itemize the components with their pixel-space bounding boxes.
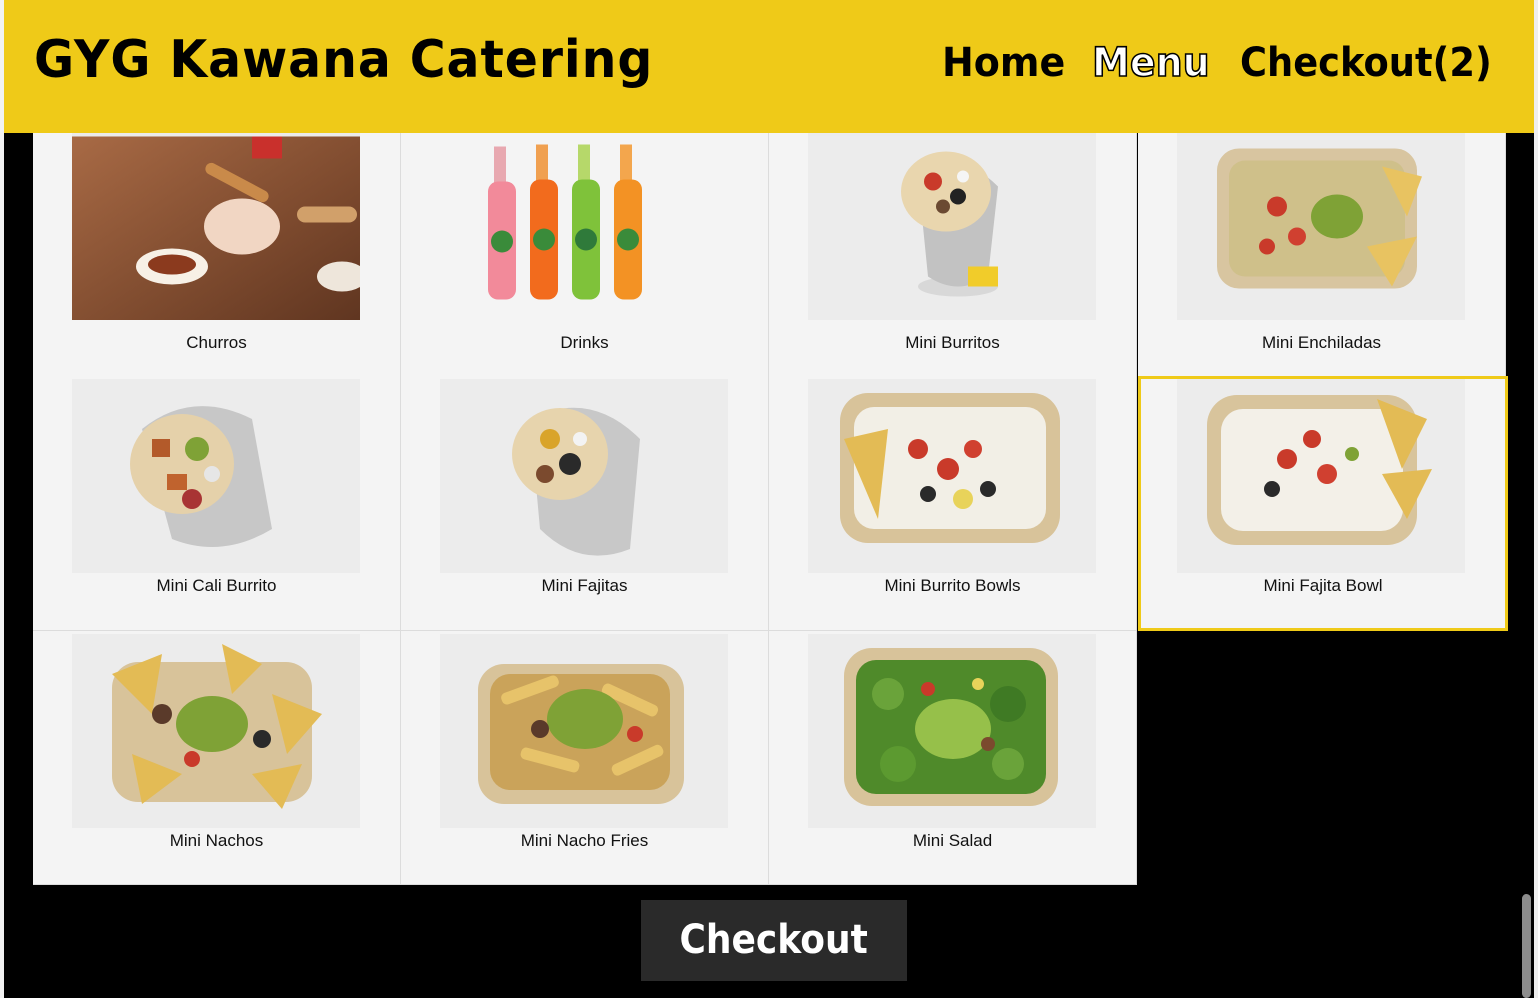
window-frame-right <box>1534 0 1538 998</box>
mini-fajita-bowl-image <box>1177 379 1465 573</box>
mini-fajitas-image <box>440 379 728 573</box>
menu-card-mini-burritos[interactable]: Mini Burritos <box>769 133 1137 388</box>
window-frame-left <box>0 0 4 998</box>
menu-card-label: Churros <box>186 333 247 352</box>
menu-card-label: Mini Salad <box>912 831 993 850</box>
nav-home-link[interactable]: Home <box>942 40 1065 86</box>
bowl-photo-icon <box>1177 379 1465 573</box>
scrollbar-thumb[interactable] <box>1522 894 1531 998</box>
churros-photo-icon <box>72 136 360 320</box>
menu-card-mini-cali-burrito[interactable]: Mini Cali Burrito <box>33 376 401 631</box>
scrollbar-track[interactable] <box>1520 133 1534 998</box>
drinks-image <box>440 133 728 320</box>
mini-nacho-fries-image <box>440 634 728 828</box>
site-header: GYG Kawana Catering Home Menu Checkout(2… <box>4 0 1534 133</box>
checkout-button-label: Checkout <box>679 917 869 963</box>
nav-menu-link[interactable]: Menu <box>1091 39 1210 87</box>
burrito-photo-icon <box>72 379 360 573</box>
mini-cali-burrito-image <box>72 379 360 573</box>
mini-burrito-bowls-image <box>808 379 1096 573</box>
menu-card-label: Mini Cali Burrito <box>156 576 277 595</box>
menu-card-drinks[interactable]: Drinks <box>401 133 769 388</box>
nacho-fries-photo-icon <box>440 634 728 828</box>
menu-card-label: Drinks <box>560 333 609 352</box>
mini-salad-image <box>808 634 1096 828</box>
checkout-button[interactable]: Checkout <box>641 900 907 981</box>
nachos-photo-icon <box>72 634 360 828</box>
menu-card-mini-salad[interactable]: Mini Salad <box>769 631 1137 885</box>
mini-enchiladas-image <box>1177 133 1465 320</box>
menu-card-mini-enchiladas[interactable]: Mini Enchiladas <box>1138 133 1506 388</box>
menu-card-mini-nachos[interactable]: Mini Nachos <box>33 631 401 885</box>
menu-card-label: Mini Enchiladas <box>1261 333 1382 352</box>
browser-window: GYG Kawana Catering Home Menu Checkout(2… <box>0 0 1538 998</box>
burrito-photo-icon <box>440 379 728 573</box>
brand-title[interactable]: GYG Kawana Catering <box>34 30 653 90</box>
menu-card-mini-fajitas[interactable]: Mini Fajitas <box>401 376 769 631</box>
soda-bottles-photo-icon <box>440 136 728 320</box>
churros-image <box>72 133 360 320</box>
nav-checkout-link[interactable]: Checkout(2) <box>1240 40 1492 86</box>
enchilada-tray-photo-icon <box>1177 136 1465 320</box>
menu-grid: Churros Drinks Mini Burritos Mini Enchil… <box>33 133 1509 885</box>
menu-card-mini-nacho-fries[interactable]: Mini Nacho Fries <box>401 631 769 885</box>
bowl-photo-icon <box>808 379 1096 573</box>
mini-burritos-image <box>808 133 1096 320</box>
menu-card-label: Mini Burritos <box>905 333 1000 352</box>
burrito-photo-icon <box>808 136 1096 320</box>
menu-card-mini-fajita-bowl[interactable]: Mini Fajita Bowl <box>1138 376 1508 631</box>
menu-card-churros[interactable]: Churros <box>33 133 401 388</box>
menu-card-mini-burrito-bowls[interactable]: Mini Burrito Bowls <box>769 376 1137 631</box>
menu-card-label: Mini Fajita Bowl <box>1263 576 1383 595</box>
salad-photo-icon <box>808 634 1096 828</box>
menu-card-label: Mini Fajitas <box>541 576 628 595</box>
mini-nachos-image <box>72 634 360 828</box>
menu-card-label: Mini Nachos <box>169 831 264 850</box>
menu-card-label: Mini Nacho Fries <box>520 831 649 850</box>
menu-card-label: Mini Burrito Bowls <box>884 576 1021 595</box>
